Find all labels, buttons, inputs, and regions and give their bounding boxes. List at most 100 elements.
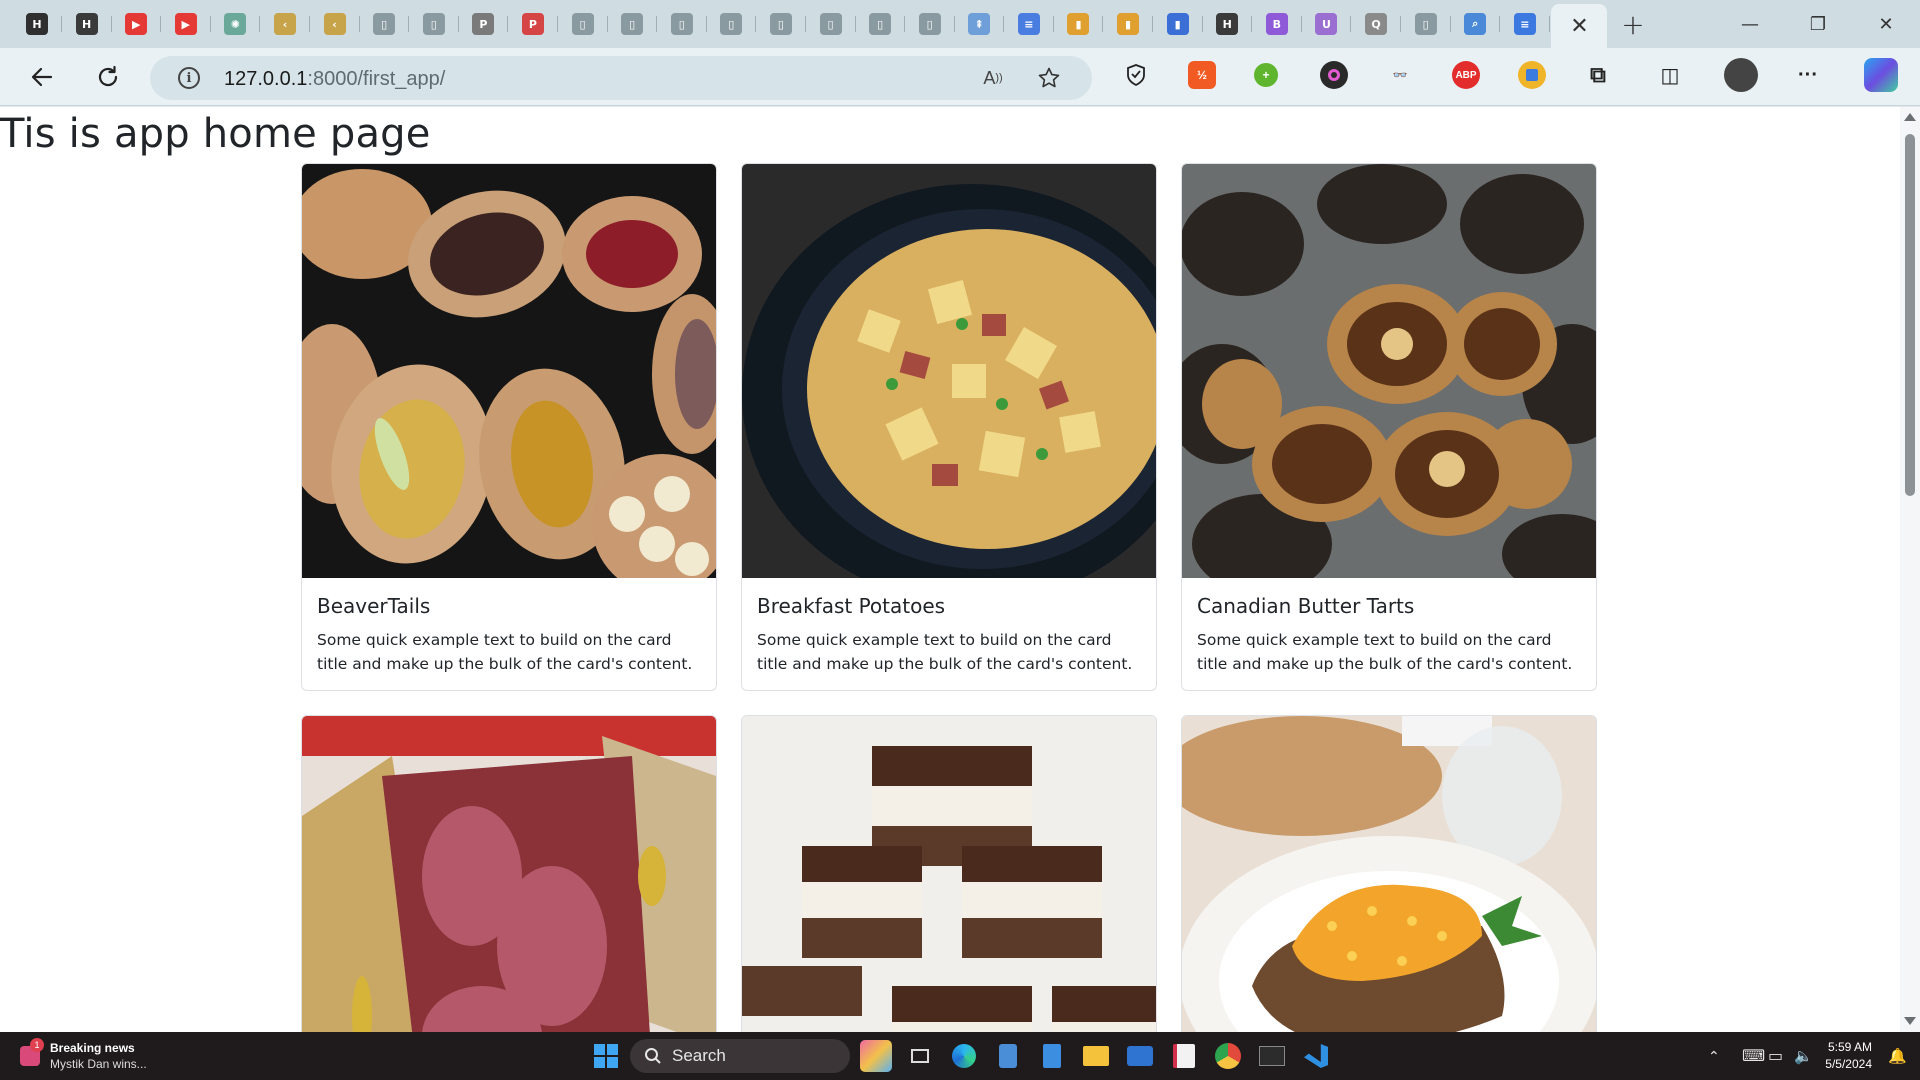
news-subtitle: Mystik Dan wins... [50, 1057, 147, 1071]
calculator-icon[interactable] [992, 1040, 1024, 1072]
scroll-down-arrow-icon[interactable] [1904, 1017, 1916, 1025]
task-view-icon[interactable] [904, 1040, 936, 1072]
browser-tab[interactable]: ▯ [758, 6, 806, 42]
browser-tab[interactable]: ▮ [1105, 6, 1154, 42]
card-image [1182, 716, 1596, 1032]
page-icon: ▯ [621, 13, 644, 35]
browser-tab[interactable]: ▮ [1155, 6, 1203, 42]
browser-tab[interactable]: ▯ [1403, 6, 1451, 42]
browser-tab[interactable]: ▶ [113, 6, 162, 42]
browser-tab[interactable]: ▯ [659, 6, 707, 42]
card-canadian-butter-tarts[interactable]: Canadian Butter Tarts Some quick example… [1181, 163, 1597, 691]
card-beavertails[interactable]: BeaverTails Some quick example text to b… [301, 163, 717, 691]
browser-tab[interactable]: ‹ [262, 6, 310, 42]
file-explorer-icon[interactable] [1080, 1040, 1112, 1072]
snipping-tool-icon[interactable] [1168, 1040, 1200, 1072]
scrollbar-thumb[interactable] [1905, 134, 1915, 496]
restore-button[interactable]: ❐ [1784, 0, 1852, 48]
card-shepherds-pie[interactable] [1181, 715, 1597, 1032]
card-text: Some quick example text to build on the … [317, 631, 693, 673]
spy-glasses-extension-icon[interactable]: 👓 [1386, 61, 1414, 89]
browser-tab[interactable]: H [64, 6, 112, 42]
browser-tab[interactable]: Q [1353, 6, 1402, 42]
taskbar-search[interactable]: Search [630, 1039, 850, 1073]
browser-tab[interactable]: ✺ [212, 6, 261, 42]
card-breakfast-potatoes[interactable]: Breakfast Potatoes Some quick example te… [741, 163, 1157, 691]
notification-bell-icon[interactable]: 🔔 [1888, 1032, 1907, 1080]
color-picker-extension-icon[interactable] [1320, 61, 1348, 89]
browser-tab[interactable]: ▯ [560, 6, 608, 42]
extensions-puzzle-icon[interactable]: ⧉ [1584, 61, 1612, 89]
start-button[interactable] [590, 1040, 622, 1072]
browser-tab[interactable]: ≡ [1006, 6, 1054, 42]
browser-tab[interactable]: ≡ [1502, 6, 1550, 42]
edge-taskbar-icon[interactable] [948, 1040, 980, 1072]
notepad-icon[interactable] [1036, 1040, 1068, 1072]
browser-tab[interactable]: ▶ [163, 6, 211, 42]
tray-overflow-icon[interactable]: ⌃ [1708, 1032, 1720, 1080]
new-tab-button[interactable]: + [1611, 6, 1655, 42]
split-screen-icon[interactable]: ◫ [1656, 61, 1684, 89]
browser-tab[interactable]: ‹ [312, 6, 360, 42]
plus-extension-icon[interactable]: + [1254, 63, 1278, 87]
browser-tab[interactable]: ▯ [808, 6, 856, 42]
favorite-star-icon[interactable] [1036, 65, 1062, 91]
page-scrollbar[interactable] [1900, 107, 1920, 1032]
active-tab[interactable]: ✕ [1551, 4, 1608, 48]
scroll-up-arrow-icon[interactable] [1904, 113, 1916, 121]
card-smoked-meat[interactable] [301, 715, 717, 1032]
browser-tab[interactable]: ▯ [361, 6, 410, 42]
widgets-app-icon[interactable] [860, 1040, 892, 1072]
card-image [742, 716, 1156, 1032]
browser-tab[interactable]: H [14, 6, 62, 42]
volume-icon[interactable]: 🔈 [1794, 1032, 1813, 1080]
news-title: Breaking news [50, 1041, 135, 1055]
docs-icon: ≡ [1017, 13, 1040, 35]
minimize-button[interactable]: — [1716, 0, 1784, 48]
brave-shield-extension-icon[interactable] [1122, 61, 1150, 89]
vscode-icon[interactable] [1300, 1040, 1332, 1072]
browser-tab[interactable]: ▯ [411, 6, 459, 42]
adblock-plus-extension-icon[interactable]: ABP [1452, 61, 1480, 89]
browser-tab[interactable]: ▯ [907, 6, 955, 42]
search-icon [645, 1048, 661, 1064]
keyboard-icon[interactable]: ⌨ [1742, 1032, 1765, 1080]
browser-tab[interactable]: ▯ [609, 6, 658, 42]
url-text[interactable]: 127.0.0.1:8000/first_app/ [224, 68, 445, 91]
browser-tab[interactable]: P [510, 6, 558, 42]
more-menu-icon[interactable]: ··· [1794, 61, 1822, 89]
docs-icon: ≡ [1513, 13, 1536, 35]
page-heading: Tis is app home page [0, 111, 431, 157]
browser-tab[interactable]: ▯ [857, 6, 906, 42]
browser-tab[interactable]: ⇞ [956, 6, 1005, 42]
photos-icon[interactable] [1124, 1040, 1156, 1072]
browser-tab[interactable]: P [460, 6, 509, 42]
site-info-icon[interactable]: i [178, 67, 200, 89]
read-aloud-icon[interactable]: A)) [980, 65, 1006, 91]
tab-extension-icon[interactable]: ½ [1188, 61, 1216, 89]
card-image [302, 716, 716, 1032]
browser-tab[interactable]: ⌕ [1452, 6, 1501, 42]
address-bar[interactable]: i 127.0.0.1:8000/first_app/ A)) [150, 56, 1092, 100]
clock[interactable]: 5:59 AM 5/5/2024 [1825, 1039, 1872, 1073]
card-nanaimo-bars[interactable] [741, 715, 1157, 1032]
close-window-button[interactable]: ✕ [1852, 0, 1920, 48]
back-button[interactable] [20, 55, 64, 99]
browser-tab[interactable]: ▮ [1055, 6, 1104, 42]
chrome-icon[interactable] [1212, 1040, 1244, 1072]
network-icon[interactable]: ▭ [1768, 1032, 1783, 1080]
terminal-icon[interactable] [1256, 1040, 1288, 1072]
news-widget[interactable]: 1 Breaking news Mystik Dan wins... [16, 1038, 147, 1072]
browser-tab[interactable]: ▯ [708, 6, 757, 42]
browser-tab[interactable]: H [1204, 6, 1253, 42]
page-icon: ▯ [720, 13, 743, 35]
copilot-icon[interactable] [1864, 58, 1898, 92]
color-wheel-extension-icon[interactable] [1518, 61, 1546, 89]
reload-button[interactable] [86, 55, 130, 99]
profile-avatar[interactable] [1724, 58, 1758, 92]
browser-tab[interactable]: U [1303, 6, 1352, 42]
browser-tab[interactable]: B [1254, 6, 1302, 42]
search-label: Search [672, 1046, 726, 1065]
close-tab-icon[interactable]: ✕ [1570, 14, 1588, 39]
page-icon: ▯ [373, 13, 396, 35]
